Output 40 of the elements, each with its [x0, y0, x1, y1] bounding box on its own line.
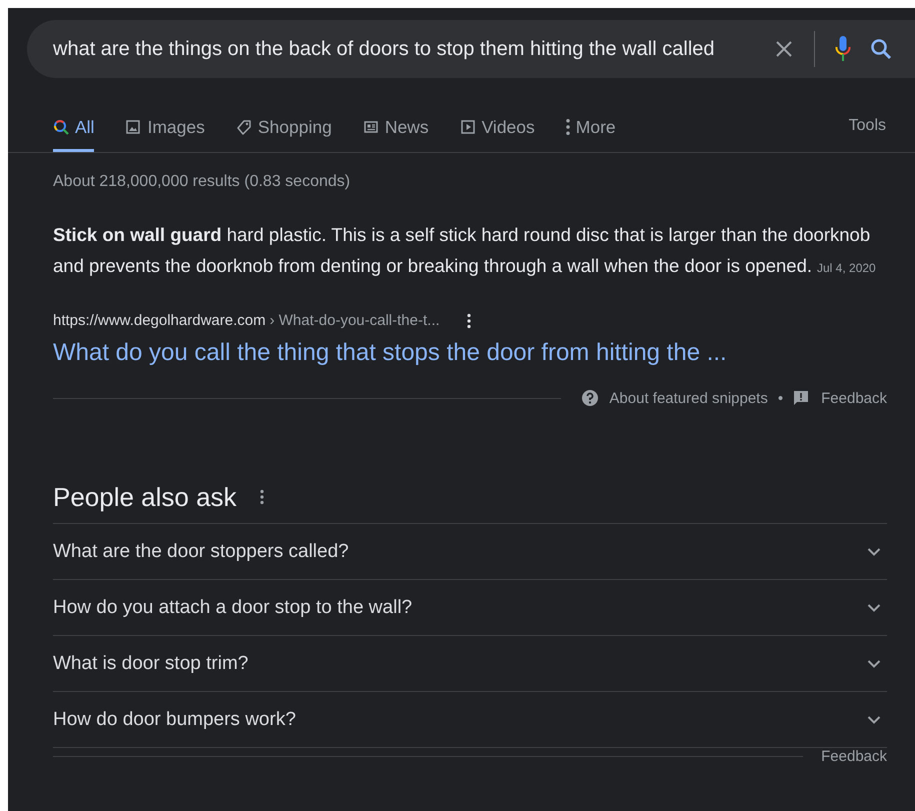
question-item[interactable]: How do door bumpers work?: [53, 708, 867, 730]
tab[interactable]: News: [362, 108, 429, 152]
chevron-icon[interactable]: [867, 546, 881, 556]
feedback-icon: [793, 390, 810, 406]
feedback-link[interactable]: Feedback: [821, 390, 887, 406]
tools-button[interactable]: Tools: [848, 108, 886, 152]
section-heading: People also ask: [53, 482, 237, 512]
tab[interactable]: All: [53, 108, 94, 152]
search-field[interactable]: what are the things on the back of doors to stop them hitting the wall called: [27, 20, 915, 78]
search-icon[interactable]: [869, 37, 893, 61]
chevron-icon[interactable]: [867, 658, 881, 668]
separator: •: [778, 390, 784, 406]
snippet-text: Stick on wall guard hard plastic. This is a self stick hard round disc that is larger than the doorknob and prevents the doorknob from denting or breaking through a wall when the door is opened. Jul 4, 2020: [53, 223, 877, 278]
tab[interactable]: Videos: [460, 108, 535, 152]
dots-icon: [566, 119, 570, 135]
help-icon: [581, 389, 600, 407]
question-item[interactable]: What is door stop trim?: [53, 652, 867, 674]
question-item[interactable]: How do you attach a door stop to the wall?: [53, 596, 867, 618]
newspaper-icon: [362, 119, 379, 135]
tag-icon: [236, 119, 252, 135]
result-stats: About 218,000,000 results (0.83 seconds): [53, 173, 352, 191]
microphone-icon[interactable]: [835, 36, 851, 62]
tab[interactable]: More: [566, 108, 616, 152]
more-icon[interactable]: [258, 489, 265, 505]
snippet-date: Jul 4, 2020: [817, 261, 876, 275]
chevron-icon[interactable]: [867, 714, 881, 724]
close-icon[interactable]: [774, 39, 794, 59]
chevron-icon[interactable]: [867, 602, 881, 612]
result-url: https://www.degolhardware.com: [53, 312, 266, 329]
question-item[interactable]: What are the door stoppers called?: [53, 540, 867, 562]
breadcrumb: › What-do-you-call-the-t...: [270, 312, 440, 329]
result-title-link[interactable]: What do you call the thing that stops the door from hitting the ...: [53, 339, 887, 367]
more-icon[interactable]: [466, 312, 472, 328]
about-snippets-link[interactable]: About featured snippets: [609, 390, 768, 406]
play-icon: [460, 119, 476, 135]
feedback-link[interactable]: Feedback: [821, 748, 887, 765]
tab[interactable]: Shopping: [236, 108, 332, 152]
search-icon: [53, 119, 69, 135]
tab[interactable]: Images: [125, 108, 205, 152]
image-icon: [125, 119, 142, 135]
